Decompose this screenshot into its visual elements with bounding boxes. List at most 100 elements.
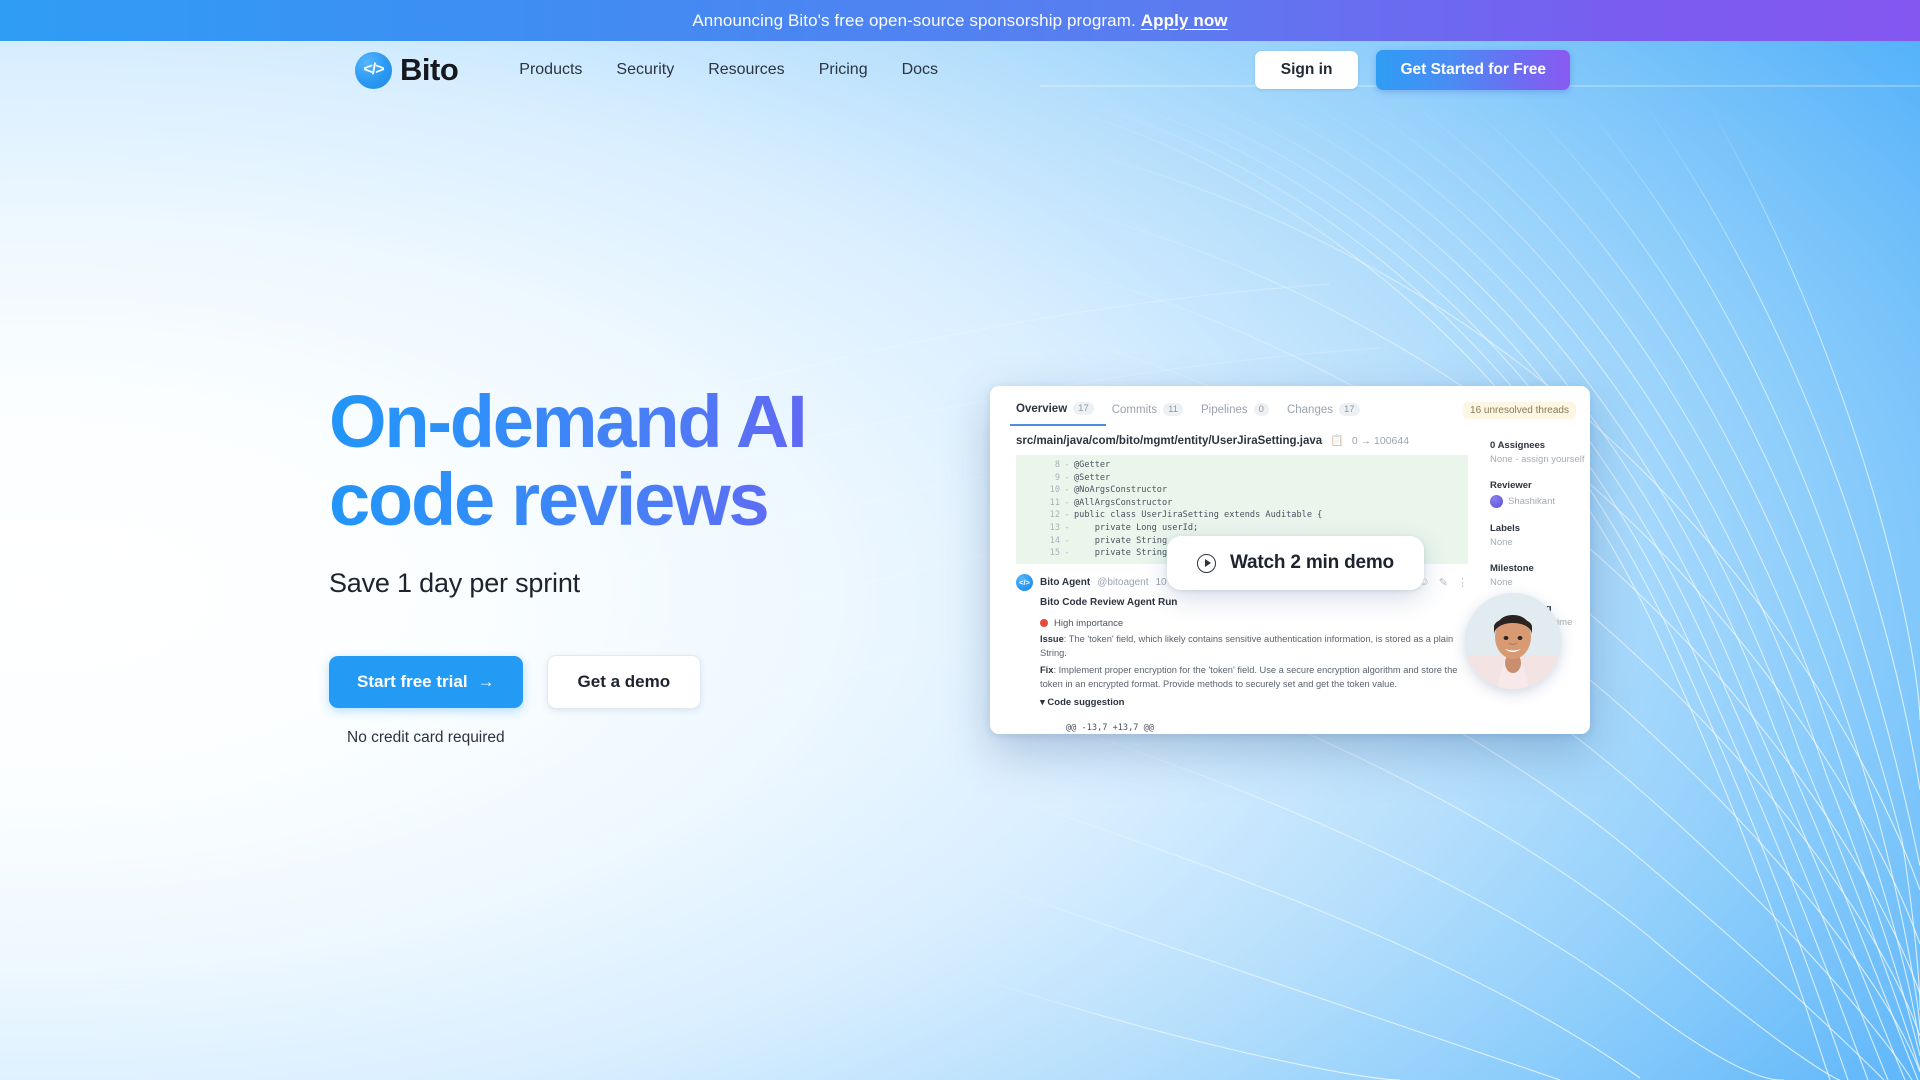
arrow-right-icon: → bbox=[477, 671, 495, 691]
code-line-marker: - bbox=[1064, 485, 1070, 496]
code-brackets-icon: </> bbox=[355, 51, 392, 89]
issue-label: Issue bbox=[1040, 633, 1064, 644]
hero-cta-group: Start free trial → Get a demo bbox=[329, 654, 949, 709]
watch-demo-button[interactable]: Watch 2 min demo bbox=[1167, 536, 1424, 590]
code-suggestion-toggle[interactable]: ▾ Code suggestion bbox=[1040, 697, 1468, 708]
nav-item-products[interactable]: Products bbox=[502, 53, 599, 87]
code-line-marker: - bbox=[1064, 460, 1070, 470]
assignees-heading: 0 Assignees bbox=[1490, 440, 1546, 451]
diff-hunk-header: @@ -13,7 +13,7 @@ bbox=[1052, 722, 1468, 734]
no-credit-card-note: No credit card required bbox=[347, 728, 505, 746]
tab-pipelines[interactable]: Pipelines 0 bbox=[1195, 401, 1281, 425]
tab-commits-count: 11 bbox=[1163, 403, 1183, 416]
code-line-text: private Long userId; bbox=[1074, 522, 1199, 533]
code-line: 9- @Setter bbox=[1016, 472, 1468, 485]
presenter-photo bbox=[1465, 593, 1561, 689]
fix-label: Fix bbox=[1040, 664, 1054, 675]
code-line-number: 12 bbox=[1049, 510, 1060, 521]
code-line-text: @NoArgsConstructor bbox=[1074, 485, 1168, 496]
apply-now-link[interactable]: Apply now bbox=[1141, 11, 1228, 31]
announcement-text: Announcing Bito's free open-source spons… bbox=[692, 10, 1136, 30]
reviewer-avatar bbox=[1490, 495, 1503, 508]
get-a-demo-button[interactable]: Get a demo bbox=[546, 654, 702, 709]
page-title: On-demand AI code reviews bbox=[329, 382, 949, 540]
code-line-marker: - bbox=[1064, 535, 1070, 546]
code-line-number: 8 bbox=[1054, 460, 1060, 470]
nav-item-security[interactable]: Security bbox=[599, 53, 691, 87]
labels-value: None bbox=[1490, 537, 1513, 548]
tab-overview-label: Overview bbox=[1016, 402, 1068, 415]
sign-in-button[interactable]: Sign in bbox=[1254, 51, 1359, 89]
high-importance-dot-icon bbox=[1040, 619, 1048, 628]
site-header: </> Bito Products Security Resources Pri… bbox=[0, 41, 1920, 99]
tab-overview[interactable]: Overview 17 bbox=[1010, 400, 1106, 426]
code-line-number: 9 bbox=[1054, 472, 1060, 483]
milestone-value: None bbox=[1490, 577, 1513, 588]
sidebar-reviewer: Reviewer Shashikant bbox=[1490, 480, 1590, 508]
more-menu-icon[interactable]: ⋮ bbox=[1457, 576, 1468, 589]
code-line: 10- @NoArgsConstructor bbox=[1016, 484, 1468, 497]
tab-commits-label: Commits bbox=[1111, 403, 1158, 416]
code-line-text: @AllArgsConstructor bbox=[1074, 497, 1173, 508]
reviewer-row: Shashikant bbox=[1490, 495, 1590, 508]
code-line-number: 13 bbox=[1049, 522, 1060, 533]
code-line: 12- public class UserJiraSetting extends … bbox=[1016, 509, 1468, 522]
code-line: 13- private Long userId; bbox=[1016, 522, 1468, 535]
code-line-number: 15 bbox=[1049, 548, 1060, 559]
nav-item-resources[interactable]: Resources bbox=[691, 53, 801, 87]
nav-item-pricing[interactable]: Pricing bbox=[802, 53, 885, 87]
nav-item-docs[interactable]: Docs bbox=[885, 53, 955, 87]
tab-changes-count: 17 bbox=[1339, 403, 1360, 416]
logo[interactable]: </> Bito bbox=[355, 51, 459, 89]
reviewer-heading: Reviewer bbox=[1490, 480, 1532, 491]
code-line-marker: - bbox=[1064, 548, 1070, 559]
code-line-marker: - bbox=[1064, 472, 1070, 483]
bito-code-icon: </> bbox=[1016, 573, 1033, 591]
copy-icon[interactable]: 📋 bbox=[1330, 434, 1344, 447]
importance-label: High importance bbox=[1054, 617, 1124, 629]
milestone-heading: Milestone bbox=[1490, 563, 1534, 574]
code-line-marker: - bbox=[1064, 510, 1070, 521]
diff-hunk-text: @@ -13,7 +13,7 @@ bbox=[1066, 722, 1154, 733]
page-background bbox=[0, 0, 1920, 1080]
code-line-text: public class UserJiraSetting extends Aud… bbox=[1074, 510, 1323, 521]
hero-subtitle: Save 1 day per sprint bbox=[329, 567, 580, 598]
tab-commits[interactable]: Commits 11 bbox=[1106, 401, 1195, 425]
card-tab-bar: Overview 17 Commits 11 Pipelines 0 Chang… bbox=[990, 386, 1590, 426]
tab-changes[interactable]: Changes 17 bbox=[1281, 401, 1372, 425]
logo-text: Bito bbox=[400, 52, 459, 87]
assignees-value[interactable]: None - assign yourself bbox=[1490, 454, 1590, 465]
sidebar-labels: Labels None bbox=[1490, 523, 1590, 548]
tab-changes-label: Changes bbox=[1286, 403, 1333, 416]
fix-text: : Implement proper encryption for the 't… bbox=[1040, 664, 1458, 689]
code-line-number: 10 bbox=[1049, 485, 1060, 496]
main-navigation: Products Security Resources Pricing Docs bbox=[502, 53, 955, 87]
comment-title: Bito Code Review Agent Run bbox=[1040, 596, 1178, 608]
suggestion-diff-block: @@ -13,7 +13,7 @@ private Long userId; p… bbox=[1052, 722, 1468, 734]
fix-paragraph: Fix: Implement proper encryption for the… bbox=[1040, 663, 1468, 691]
play-circle-icon bbox=[1197, 553, 1216, 573]
reviewer-value: Shashikant bbox=[1508, 496, 1556, 507]
code-line: 11- @AllArgsConstructor bbox=[1016, 497, 1468, 510]
code-line: 8- @Getter bbox=[1016, 459, 1468, 472]
tab-pipelines-count: 0 bbox=[1253, 403, 1269, 416]
hero-content: On-demand AI code reviews Save 1 day per… bbox=[329, 382, 949, 747]
code-line-text: @Getter bbox=[1074, 460, 1111, 470]
get-started-button[interactable]: Get Started for Free bbox=[1376, 50, 1570, 90]
announcement-banner: Announcing Bito's free open-source spons… bbox=[0, 0, 1920, 41]
comment-handle: @bitoagent bbox=[1097, 576, 1149, 588]
comment-author: Bito Agent bbox=[1040, 576, 1091, 588]
comment-time: 10 bbox=[1155, 576, 1167, 588]
issue-paragraph: Issue: The 'token' field, which likely c… bbox=[1040, 632, 1468, 660]
unresolved-threads-badge[interactable]: 16 unresolved threads bbox=[1463, 402, 1576, 419]
file-mode-meta: 0 → 100644 bbox=[1351, 434, 1410, 447]
tab-pipelines-label: Pipelines bbox=[1200, 403, 1248, 416]
code-line-number: 11 bbox=[1049, 497, 1060, 508]
watch-demo-label: Watch 2 min demo bbox=[1230, 552, 1394, 573]
edit-pencil-icon[interactable]: ✎ bbox=[1439, 576, 1448, 589]
code-line-marker: - bbox=[1064, 497, 1070, 508]
start-free-trial-button[interactable]: Start free trial → bbox=[329, 655, 523, 708]
importance-row: High importance bbox=[1040, 618, 1468, 629]
header-actions: Sign in Get Started for Free bbox=[1254, 50, 1570, 90]
start-free-trial-label: Start free trial bbox=[357, 671, 468, 691]
